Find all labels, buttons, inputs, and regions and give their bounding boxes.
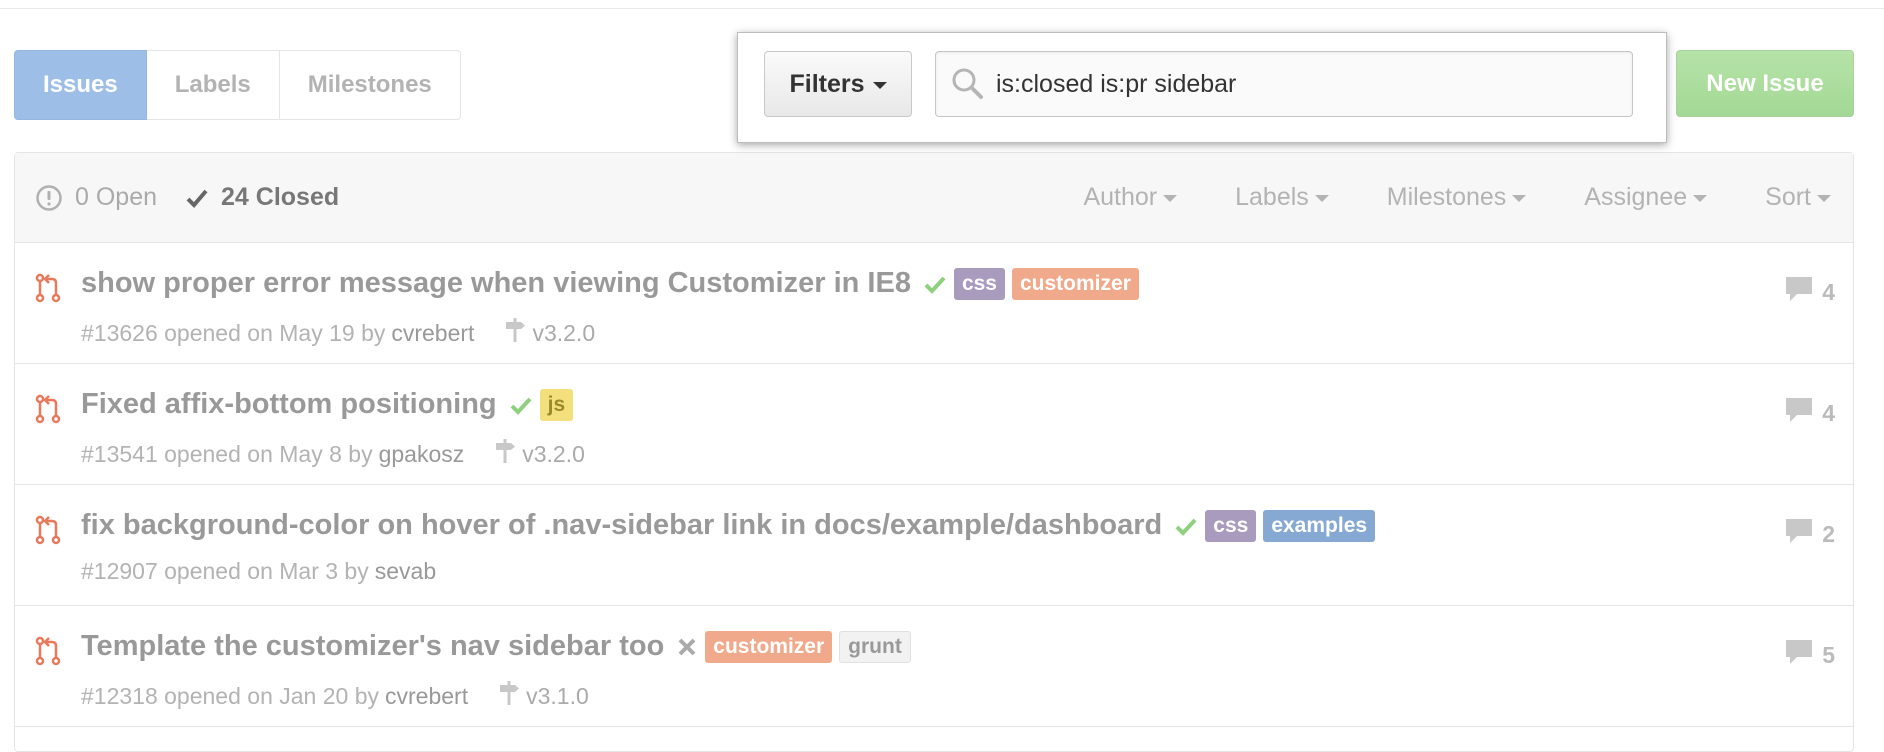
success-check-icon[interactable] — [923, 273, 947, 295]
issue-number-opened: #12318 opened on Jan 20 by — [81, 682, 379, 709]
issue-number-opened: #13626 opened on May 19 by — [81, 319, 386, 346]
tab-issues[interactable]: Issues — [14, 50, 147, 120]
milestone-link[interactable]: v3.2.0 — [494, 437, 585, 471]
issue-number-opened: #12907 opened on Mar 3 by — [81, 558, 369, 584]
issue-row: Fixed affix-bottom positioning js #13541… — [15, 364, 1853, 485]
issue-number-opened: #13541 opened on May 8 by — [81, 440, 373, 467]
author-filter-label: Author — [1083, 183, 1158, 211]
assignee-filter-label: Assignee — [1584, 183, 1688, 211]
issue-row: fix background-color on hover of .nav-si… — [15, 485, 1853, 606]
chevron-down-icon — [1314, 194, 1329, 202]
pull-request-icon — [35, 394, 61, 429]
pull-request-icon — [35, 636, 61, 671]
top-divider — [0, 8, 1884, 9]
chevron-down-icon — [872, 81, 887, 89]
comment-icon — [1784, 638, 1822, 672]
issue-row: show proper error message when viewing C… — [15, 243, 1853, 364]
success-check-icon[interactable] — [509, 394, 533, 416]
new-issue-button[interactable]: New Issue — [1676, 50, 1854, 117]
milestones-filter-dropdown[interactable]: Milestones — [1387, 183, 1527, 212]
label-css[interactable]: css — [1205, 509, 1257, 542]
milestone-link[interactable]: v3.1.0 — [498, 679, 589, 713]
issues-table: 0 Open 24 Closed Author Labels Milestone… — [14, 152, 1854, 752]
comment-count: 4 — [1822, 278, 1835, 305]
comments-link[interactable]: 2 — [1784, 517, 1835, 551]
label-css[interactable]: css — [953, 267, 1005, 300]
milestone-icon — [494, 437, 522, 471]
comment-count: 2 — [1822, 520, 1835, 547]
comment-icon — [1784, 396, 1822, 430]
milestone-icon — [504, 316, 532, 350]
issue-meta: #13626 opened on May 19 by cvrebert v3.2… — [81, 316, 595, 350]
labels-filter-dropdown[interactable]: Labels — [1235, 183, 1329, 212]
closed-state-link[interactable]: 24 Closed — [185, 183, 339, 212]
closed-count: 24 Closed — [221, 183, 340, 211]
milestone-name: v3.2.0 — [522, 440, 585, 467]
milestone-name: v3.1.0 — [526, 682, 589, 709]
comments-link[interactable]: 4 — [1784, 275, 1835, 309]
comment-count: 4 — [1822, 399, 1835, 426]
search-input[interactable] — [996, 64, 1596, 104]
issue-meta: #13541 opened on May 8 by gpakosz v3.2.0 — [81, 437, 585, 471]
issue-meta: #12907 opened on Mar 3 by sevab — [81, 558, 436, 585]
issue-row: Template the customizer's nav sidebar to… — [15, 606, 1853, 727]
filter-bar: Filters — [737, 32, 1667, 143]
check-icon — [186, 189, 208, 208]
milestones-filter-label: Milestones — [1386, 183, 1507, 211]
open-state-link[interactable]: 0 Open — [35, 183, 157, 212]
comment-icon — [1784, 275, 1822, 309]
issue-title-line: fix background-color on hover of .nav-si… — [81, 509, 1376, 542]
comment-count: 5 — [1822, 641, 1835, 668]
issue-title-link[interactable]: fix background-color on hover of .nav-si… — [81, 509, 1162, 542]
issue-opened-icon — [36, 184, 62, 211]
comment-icon — [1784, 517, 1822, 551]
milestone-icon — [498, 679, 526, 713]
issue-title-line: Fixed affix-bottom positioning js — [81, 388, 574, 421]
comments-link[interactable]: 5 — [1784, 638, 1835, 672]
issue-title-line: Template the customizer's nav sidebar to… — [81, 630, 911, 663]
issue-author-link[interactable]: sevab — [375, 558, 436, 585]
chevron-down-icon — [1512, 194, 1527, 202]
milestone-link[interactable]: v3.2.0 — [504, 316, 595, 350]
sort-label: Sort — [1765, 183, 1811, 211]
label-grunt[interactable]: grunt — [839, 630, 911, 663]
labels-filter-label: Labels — [1235, 183, 1309, 211]
issue-author-link[interactable]: cvrebert — [385, 683, 468, 710]
chevron-down-icon — [1163, 194, 1178, 202]
search-icon — [950, 66, 986, 107]
chevron-down-icon — [1693, 194, 1708, 202]
success-check-icon[interactable] — [1174, 515, 1198, 537]
label-customizer[interactable]: customizer — [1012, 267, 1139, 300]
label-js[interactable]: js — [539, 388, 574, 421]
issue-author-link[interactable]: cvrebert — [391, 320, 474, 347]
assignee-filter-dropdown[interactable]: Assignee — [1584, 183, 1708, 212]
issue-title-line: show proper error message when viewing C… — [81, 267, 1139, 300]
issue-title-link[interactable]: show proper error message when viewing C… — [81, 267, 911, 300]
state-toggles: 0 Open 24 Closed — [35, 153, 367, 242]
author-filter-dropdown[interactable]: Author — [1083, 183, 1178, 212]
milestone-name: v3.2.0 — [532, 319, 596, 346]
issue-title-link[interactable]: Fixed affix-bottom positioning — [81, 388, 497, 421]
filters-dropdown-button[interactable]: Filters — [764, 51, 912, 117]
search-field[interactable] — [935, 51, 1633, 117]
comments-link[interactable]: 4 — [1784, 396, 1835, 430]
open-count: 0 Open — [75, 183, 158, 211]
pull-request-icon — [35, 515, 61, 550]
chevron-down-icon — [1817, 194, 1831, 202]
subnav-tabs: Issues Labels Milestones — [14, 50, 461, 120]
label-examples[interactable]: examples — [1263, 509, 1376, 542]
issue-author-link[interactable]: gpakosz — [379, 441, 465, 468]
filters-label: Filters — [789, 70, 865, 98]
issues-list: show proper error message when viewing C… — [15, 243, 1853, 727]
tab-milestones[interactable]: Milestones — [279, 50, 461, 120]
label-customizer[interactable]: customizer — [705, 630, 833, 663]
issues-table-header: 0 Open 24 Closed Author Labels Milestone… — [15, 153, 1853, 243]
pull-request-icon — [35, 273, 61, 308]
tab-labels[interactable]: Labels — [146, 50, 280, 120]
failure-x-icon[interactable] — [676, 636, 698, 658]
issue-title-link[interactable]: Template the customizer's nav sidebar to… — [81, 630, 664, 663]
sort-dropdown[interactable]: Sort — [1765, 183, 1831, 212]
issue-meta: #12318 opened on Jan 20 by cvrebert v3.1… — [81, 679, 589, 713]
header-filter-dropdowns: Author Labels Milestones Assignee Sort — [1025, 153, 1831, 242]
